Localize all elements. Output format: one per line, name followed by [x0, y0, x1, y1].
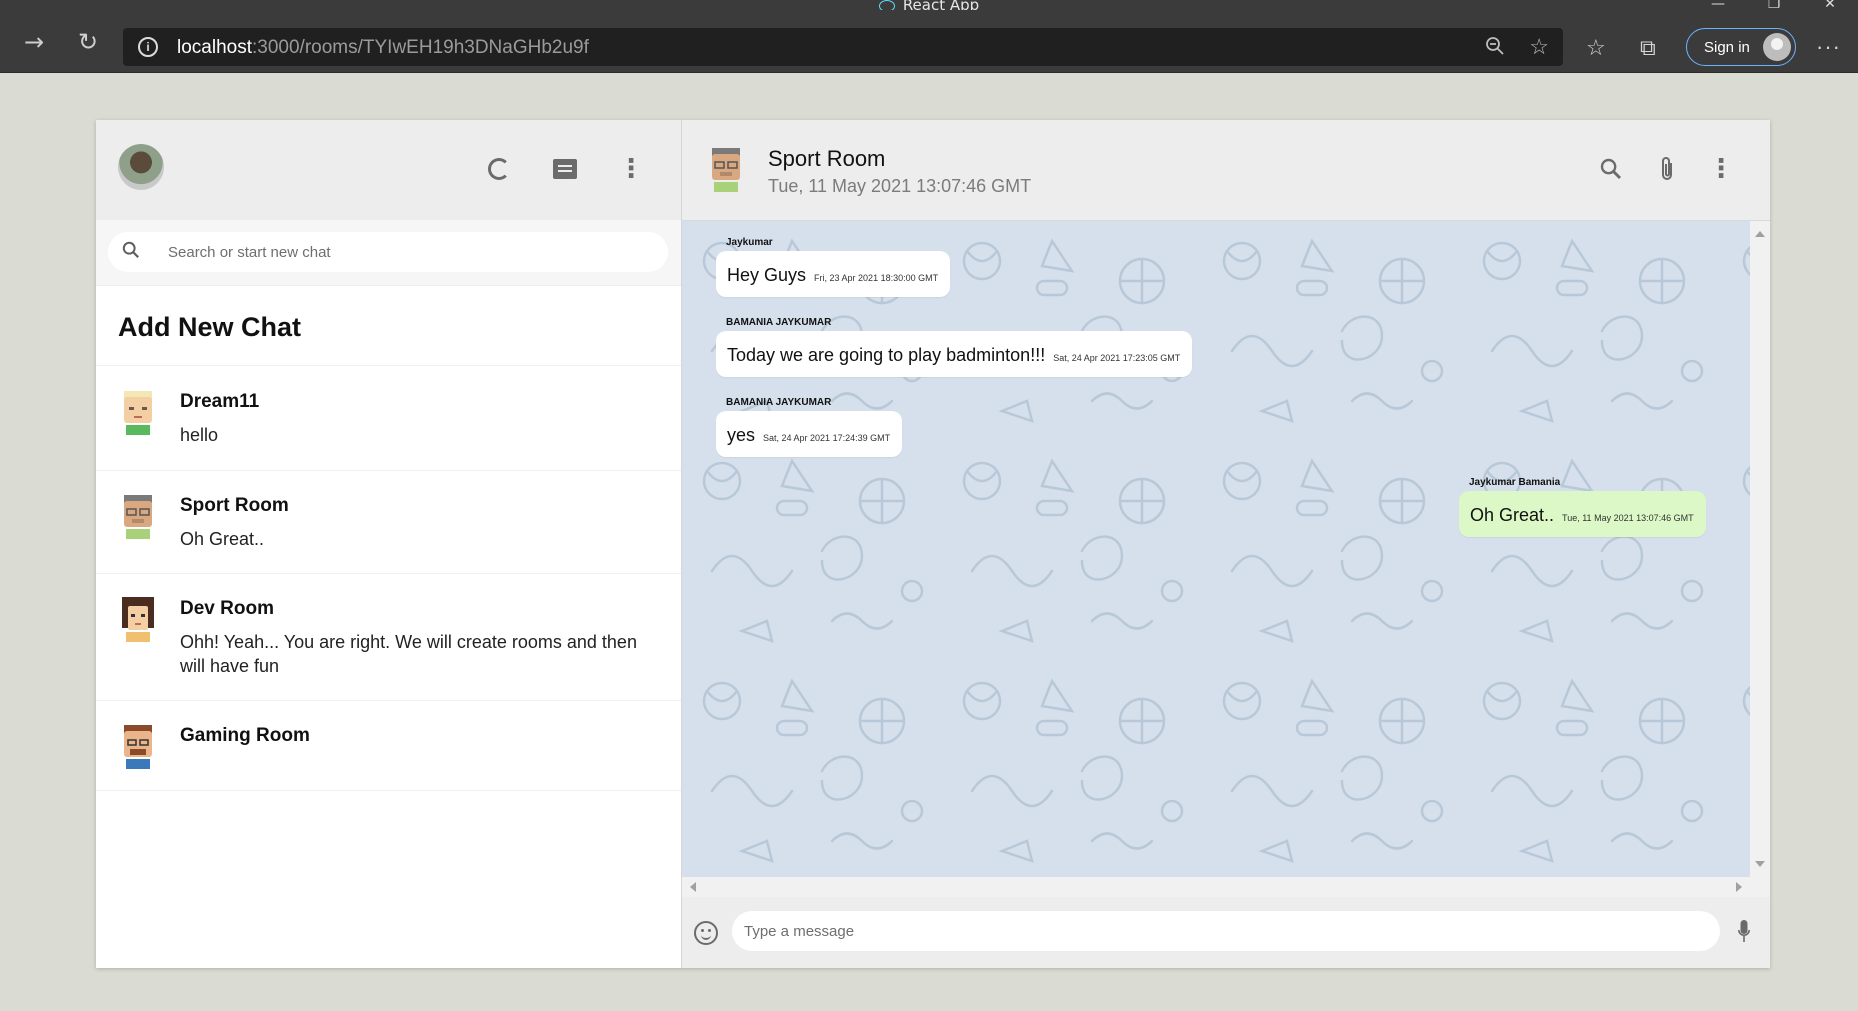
zoom-out-icon[interactable]	[1485, 36, 1505, 62]
doodle-background	[682, 221, 1750, 877]
message-input[interactable]	[732, 911, 1720, 951]
message-bubble: Oh Great.. Tue, 11 May 2021 13:07:46 GMT	[1459, 491, 1706, 537]
add-favorite-icon[interactable]: ☆	[1529, 34, 1549, 60]
message-sender: BAMANIA JAYKUMAR	[726, 397, 832, 408]
profile-avatar-icon	[1763, 33, 1791, 61]
chat-body: Jaykumar Hey Guys Fri, 23 Apr 2021 18:30:…	[682, 221, 1750, 877]
url-host: localhost	[177, 37, 252, 58]
address-bar[interactable]: i localhost:3000/rooms/TYIwEH19h3DNaGHb2…	[123, 28, 1563, 66]
search-input[interactable]	[168, 236, 648, 268]
search-icon[interactable]	[1596, 154, 1626, 184]
chat-footer	[682, 897, 1770, 968]
browser-toolbar: → ↻ i localhost:3000/rooms/TYIwEH19h3DNa…	[0, 10, 1858, 73]
message-text: yes	[727, 425, 756, 445]
horizontal-scrollbar[interactable]	[682, 877, 1770, 897]
sign-in-button[interactable]: Sign in	[1686, 28, 1796, 66]
chat-item-dream11[interactable]: Dream11 hello	[96, 367, 681, 471]
url-path: :3000/rooms/TYIwEH19h3DNaGHb2u9f	[252, 37, 589, 58]
chat-last-message: hello	[180, 425, 219, 445]
scroll-right-icon[interactable]	[1736, 882, 1742, 892]
scroll-down-icon[interactable]	[1755, 861, 1765, 867]
message-sender: BAMANIA JAYKUMAR	[726, 317, 832, 328]
chat-last-message: Oh Great..	[180, 529, 265, 549]
info-icon[interactable]: i	[138, 37, 158, 57]
room-last-seen: Tue, 11 May 2021 13:07:46 GMT	[768, 176, 1032, 196]
chat-name: Gaming Room	[180, 725, 310, 746]
avatar	[124, 391, 152, 435]
chat-item-gaming-room[interactable]: Gaming Room	[96, 701, 681, 791]
user-avatar[interactable]	[118, 144, 164, 190]
message-timestamp: Sat, 24 Apr 2021 17:23:05 GMT	[1053, 353, 1181, 363]
favorites-icon[interactable]: ☆	[1586, 36, 1606, 61]
avatar	[124, 725, 152, 769]
scroll-left-icon[interactable]	[690, 882, 696, 892]
browser-titlebar: React App — ❐ ✕	[0, 0, 1858, 14]
whatsapp-clone-app: ⋮ Add New Chat Dream11 hello	[96, 120, 1770, 968]
sidebar: ⋮ Add New Chat Dream11 hello	[96, 120, 682, 968]
message-bubble: yes Sat, 24 Apr 2021 17:24:39 GMT	[716, 411, 903, 457]
add-new-chat-label: Add New Chat	[118, 312, 302, 342]
message-timestamp: Tue, 11 May 2021 13:07:46 GMT	[1562, 513, 1694, 523]
room-avatar[interactable]	[706, 146, 746, 192]
message-bubble: Today we are going to play badminton!!! S…	[716, 331, 1193, 377]
url-text[interactable]: localhost:3000/rooms/TYIwEH19h3DNaGHb2u9…	[177, 37, 589, 59]
message-sender: Jaykumar	[726, 237, 773, 248]
chat-header: Sport Room Tue, 11 May 2021 13:07:46 GMT…	[682, 120, 1770, 221]
collections-icon[interactable]: ⧉	[1640, 36, 1656, 61]
message-text: Today we are going to play badminton!!!	[727, 345, 1046, 365]
message-text: Oh Great..	[1470, 505, 1555, 525]
search-icon	[122, 241, 139, 258]
refresh-icon[interactable]: ↻	[74, 28, 102, 56]
avatar	[124, 495, 152, 539]
more-icon[interactable]: ···	[1816, 34, 1841, 60]
room-name: Sport Room	[768, 146, 886, 171]
chat-name: Dream11	[180, 391, 260, 412]
search-box	[108, 232, 668, 272]
new-chat-icon[interactable]	[550, 154, 580, 184]
sidebar-header: ⋮	[96, 120, 681, 220]
status-icon[interactable]	[484, 154, 514, 184]
sidebar-menu-icon[interactable]: ⋮	[616, 154, 646, 184]
chat-name: Dev Room	[180, 598, 274, 619]
attach-icon[interactable]	[1652, 154, 1682, 184]
chat-panel: Sport Room Tue, 11 May 2021 13:07:46 GMT…	[682, 120, 1770, 968]
emoji-icon[interactable]	[694, 921, 718, 945]
search-container	[96, 220, 681, 286]
message-sender: Jaykumar Bamania	[1469, 477, 1561, 488]
message-bubble: Hey Guys Fri, 23 Apr 2021 18:30:00 GMT	[716, 251, 951, 297]
chat-item-dev-room[interactable]: Dev Room Ohh! Yeah... You are right. We …	[96, 574, 681, 701]
chat-menu-icon[interactable]: ⋮	[1706, 154, 1736, 184]
scroll-up-icon[interactable]	[1755, 231, 1765, 237]
chat-list: Dream11 hello Sport Room Oh Great.. Dev …	[96, 367, 681, 791]
message-text: Hey Guys	[727, 265, 807, 285]
chat-name: Sport Room	[180, 495, 289, 516]
chat-last-message: Ohh! Yeah... You are right. We will crea…	[180, 632, 637, 676]
chat-item-sport-room[interactable]: Sport Room Oh Great..	[96, 471, 681, 574]
message-timestamp: Sat, 24 Apr 2021 17:24:39 GMT	[763, 433, 891, 443]
add-new-chat[interactable]: Add New Chat	[96, 286, 681, 366]
mic-icon[interactable]	[1738, 919, 1750, 945]
back-icon[interactable]: →	[20, 28, 48, 56]
vertical-scrollbar[interactable]	[1750, 221, 1770, 877]
sign-in-label: Sign in	[1704, 39, 1750, 56]
avatar	[122, 597, 154, 642]
message-timestamp: Fri, 23 Apr 2021 18:30:00 GMT	[814, 273, 939, 283]
